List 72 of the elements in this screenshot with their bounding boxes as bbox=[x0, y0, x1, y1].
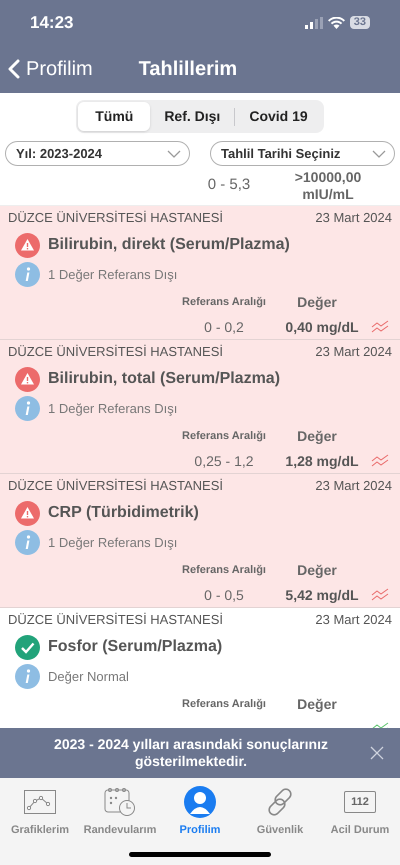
result-date: 23 Mart 2024 bbox=[315, 210, 392, 226]
test-value: 0,40 mg/dL bbox=[284, 318, 360, 337]
column-header: Referans Aralığı bbox=[181, 562, 267, 578]
tab-bar-item[interactable]: Grafiklerim bbox=[0, 786, 80, 838]
warning-icon bbox=[15, 232, 40, 258]
calendar-clock-icon bbox=[104, 787, 136, 817]
column-header: Değer bbox=[296, 292, 338, 312]
tab-bar-item[interactable]: Güvenlik bbox=[240, 786, 320, 838]
hospital-name: DÜZCE ÜNİVERSİTESİ HASTANESİ bbox=[8, 344, 224, 360]
trend-icon[interactable] bbox=[371, 454, 389, 468]
number-badge: 112 bbox=[344, 791, 376, 813]
info-icon bbox=[15, 396, 40, 421]
result-card[interactable]: DÜZCE ÜNİVERSİTESİ HASTANESİ 23 Mart 2024 CRP (Türbidimetrik) 1 Değer Referans Dışı Referans Aralığı Değer 0 - 0,5 5,42 mg/dL bbox=[0, 474, 400, 608]
hospital-name: DÜZCE ÜNİVERSİTESİ HASTANESİ bbox=[8, 478, 224, 494]
segment-tab[interactable]: Tümü bbox=[78, 102, 150, 131]
chart-icon bbox=[24, 790, 56, 814]
dropdown-field[interactable]: Yıl: 2023-2024 bbox=[5, 141, 190, 166]
segment-tab[interactable]: Ref. Dışı bbox=[150, 102, 234, 131]
close-button[interactable] bbox=[370, 746, 384, 760]
info-icon bbox=[15, 664, 40, 689]
wifi-icon bbox=[328, 16, 345, 28]
info-icon bbox=[15, 530, 40, 555]
back-button[interactable]: Profilim bbox=[8, 54, 93, 84]
screen-title: Tahlillerim bbox=[138, 57, 238, 82]
toast-message: 2023 - 2024 yılları arasındaki sonuçlarınız gösterilmektedir. bbox=[53, 736, 329, 770]
result-date: 23 Mart 2024 bbox=[315, 478, 392, 494]
reference-range: 0 - 0,5 bbox=[203, 586, 245, 604]
column-header: Referans Aralığı bbox=[181, 428, 267, 444]
result-card[interactable]: DÜZCE ÜNİVERSİTESİ HASTANESİ 23 Mart 2024 Bilirubin, total (Serum/Plazma) 1 Değer Referans Dışı Referans Aralığı Değer 0,25 - 1,2 1,28 mg/dL bbox=[0, 340, 400, 474]
signal-icon bbox=[304, 16, 323, 28]
test-name: Bilirubin, direkt (Serum/Plazma) bbox=[48, 235, 290, 255]
status-note: 1 Değer Referans Dışı bbox=[48, 400, 178, 418]
close-icon bbox=[370, 746, 384, 760]
column-header: Değer bbox=[296, 426, 338, 446]
segment-tab[interactable]: Covid 19 bbox=[235, 102, 322, 131]
status-note: 1 Değer Referans Dışı bbox=[48, 534, 178, 552]
person-icon bbox=[184, 786, 216, 818]
trend-icon[interactable] bbox=[371, 320, 389, 334]
info-icon bbox=[15, 262, 40, 287]
chevron-down-icon bbox=[167, 150, 181, 158]
dropdown-field[interactable]: Tahlil Tarihi Seçiniz bbox=[210, 141, 395, 166]
warning-icon bbox=[15, 366, 40, 392]
chevron-left-icon bbox=[8, 59, 20, 79]
battery-indicator: 33 bbox=[350, 16, 370, 29]
reference-range: 0 - 5,3 bbox=[206, 175, 252, 196]
hospital-name: DÜZCE ÜNİVERSİTESİ HASTANESİ bbox=[8, 210, 224, 226]
hospital-name: DÜZCE ÜNİVERSİTESİ HASTANESİ bbox=[8, 612, 224, 628]
warning-icon bbox=[15, 500, 40, 526]
clock-time: 14:23 bbox=[30, 12, 74, 34]
column-header: Değer bbox=[296, 694, 338, 714]
reference-range: 0,25 - 1,2 bbox=[193, 452, 255, 470]
column-header: Referans Aralığı bbox=[181, 294, 267, 310]
status-note: Değer Normal bbox=[48, 668, 129, 686]
test-value: 5,42 mg/dL bbox=[284, 586, 360, 605]
result-date: 23 Mart 2024 bbox=[315, 344, 392, 360]
result-card[interactable]: DÜZCE ÜNİVERSİTESİ HASTANESİ 23 Mart 2024 Bilirubin, direkt (Serum/Plazma) 1 Değer Referans Dışı Referans Aralığı Değer 0 - 0,2 0,40 mg/dL bbox=[0, 206, 400, 340]
result-date: 23 Mart 2024 bbox=[315, 612, 392, 628]
check-icon bbox=[15, 634, 40, 660]
status-note: 1 Değer Referans Dışı bbox=[48, 266, 178, 284]
test-name: CRP (Türbidimetrik) bbox=[48, 503, 199, 523]
reference-range: 0 - 0,2 bbox=[203, 318, 245, 336]
test-value: 1,28 mg/dL bbox=[284, 452, 360, 471]
chevron-down-icon bbox=[372, 150, 386, 158]
column-header: Değer bbox=[296, 560, 338, 580]
tab-bar-item[interactable]: Randevularım bbox=[80, 786, 160, 838]
tab-bar-item[interactable]: Profilim bbox=[160, 786, 240, 838]
column-header: Referans Aralığı bbox=[181, 696, 267, 712]
test-value: >10000,00 mIU/mL bbox=[294, 168, 362, 202]
test-name: Fosfor (Serum/Plazma) bbox=[48, 637, 222, 657]
test-name: Bilirubin, total (Serum/Plazma) bbox=[48, 369, 280, 389]
tab-bar-item[interactable]: 112 Acil Durum bbox=[320, 786, 400, 838]
trend-icon[interactable] bbox=[371, 588, 389, 602]
